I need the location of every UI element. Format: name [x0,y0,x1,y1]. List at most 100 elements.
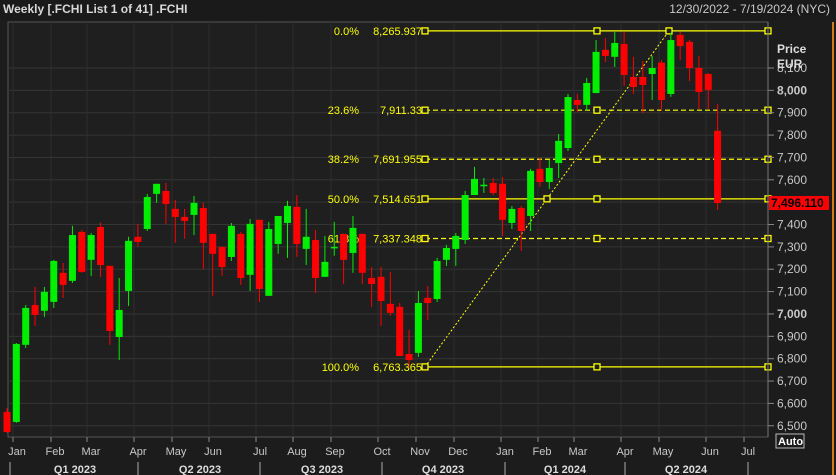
x-month-label: Apr [616,446,633,458]
candle-body [405,353,413,361]
candle [12,343,20,423]
y-tick-label: 7,700 [777,150,807,164]
candle-body [686,41,694,68]
candlestick-chart[interactable]: 0.0% 8,265.937 23.6% 7,911.33 38.2% 7,691.955… [0,0,836,475]
candle-body [237,233,245,278]
candle-body [40,291,48,311]
candle [50,259,58,308]
y-tick-label: 6,700 [777,374,807,388]
fib-handle[interactable] [593,234,601,243]
candle-body [424,297,432,304]
fib-handle[interactable] [421,106,429,114]
candle-body [162,190,170,204]
fib-handle[interactable] [421,155,429,163]
y-tick-label: 7,800 [777,128,807,142]
fib-handle[interactable] [593,27,601,35]
y-tick-label: 7,200 [777,262,807,276]
candle-body [97,226,104,265]
x-quarter-label: Q3 2023 [301,464,343,475]
candle [22,305,30,348]
fib-level-pct: 100.0% [322,362,360,374]
y-tick-label: 7,600 [777,173,807,187]
fib-level-value: 8,265.937 [373,26,422,38]
fib-level-pct: 23.6% [328,105,359,117]
x-month-label: Jul [741,446,755,458]
candle-body [59,272,67,285]
fib-level-pct: 0.0% [334,26,359,38]
candle-body [517,207,525,232]
candle-body [471,178,478,196]
candle [461,190,469,244]
candle-body [349,227,357,253]
y-tick-label: 7,300 [777,240,807,254]
x-month-label: Oct [373,446,390,458]
y-tick-label: 7,100 [777,285,807,299]
x-month-label: Feb [46,446,65,458]
fib-level-value: 7,337.348 [373,234,422,246]
candle-body [583,82,591,105]
candle-body [265,228,273,296]
candle-body [396,306,404,356]
auto-scale-button[interactable]: Auto [775,433,805,449]
x-month-label: Feb [533,446,552,458]
candle-body [190,202,198,215]
x-month-label: Jan [496,446,514,458]
fib-handle[interactable] [421,234,429,243]
x-quarter-label: Q1 2023 [54,464,96,475]
candle-body [330,246,338,249]
x-month-label: Apr [129,446,146,458]
candle-body [153,183,161,194]
candle-body [358,233,366,273]
fib-handle[interactable] [543,195,551,203]
auto-button-label[interactable]: Auto [778,436,803,448]
candle-body [87,235,95,260]
x-month-label: Mar [569,446,588,458]
candle-body [704,74,712,90]
fib-handle[interactable] [421,363,429,371]
candle-body [545,167,553,183]
candle-body [433,260,441,299]
candle-body [461,195,469,240]
candle-body [555,140,563,164]
fib-handle[interactable] [593,155,601,163]
candle-body [68,235,76,281]
candle-body [274,216,282,244]
candle-body [209,233,217,254]
candle-body [143,197,151,229]
x-month-label: Jul [253,446,267,458]
candle-body [78,231,86,272]
candle-body [564,97,572,149]
fib-handle[interactable] [593,106,601,114]
x-quarter-label: Q4 2023 [422,464,464,475]
fib-handle[interactable] [421,27,429,35]
candle-body [592,51,600,94]
candle-body [452,235,460,249]
plot-area[interactable] [7,21,769,438]
candle-body [676,34,684,47]
fib-handle[interactable] [421,195,429,203]
candle-body [199,207,207,243]
x-month-label: Jan [8,446,26,458]
x-month-label: Aug [287,446,307,458]
candle [227,222,235,261]
fib-handle[interactable] [593,195,601,203]
candle-body [12,343,20,422]
x-quarter-label: Q1 2024 [544,464,587,475]
x-quarter-label: Q2 2024 [665,464,708,475]
price-axis-title: Price [777,42,807,56]
candle-body [255,219,263,289]
currency-label: EUR [777,57,803,71]
candle-body [658,62,665,100]
fib-level-value: 6,763.365 [373,362,422,374]
candle [564,93,572,151]
candle-body [667,40,675,94]
candle [237,231,245,285]
candle-body [386,303,394,313]
candle-body [695,68,703,92]
x-month-label: May [653,446,674,458]
candle-body [620,44,628,75]
fib-handle[interactable] [593,363,601,371]
candle-body [31,305,39,315]
candle-body [629,76,637,88]
candle-body [227,225,235,257]
